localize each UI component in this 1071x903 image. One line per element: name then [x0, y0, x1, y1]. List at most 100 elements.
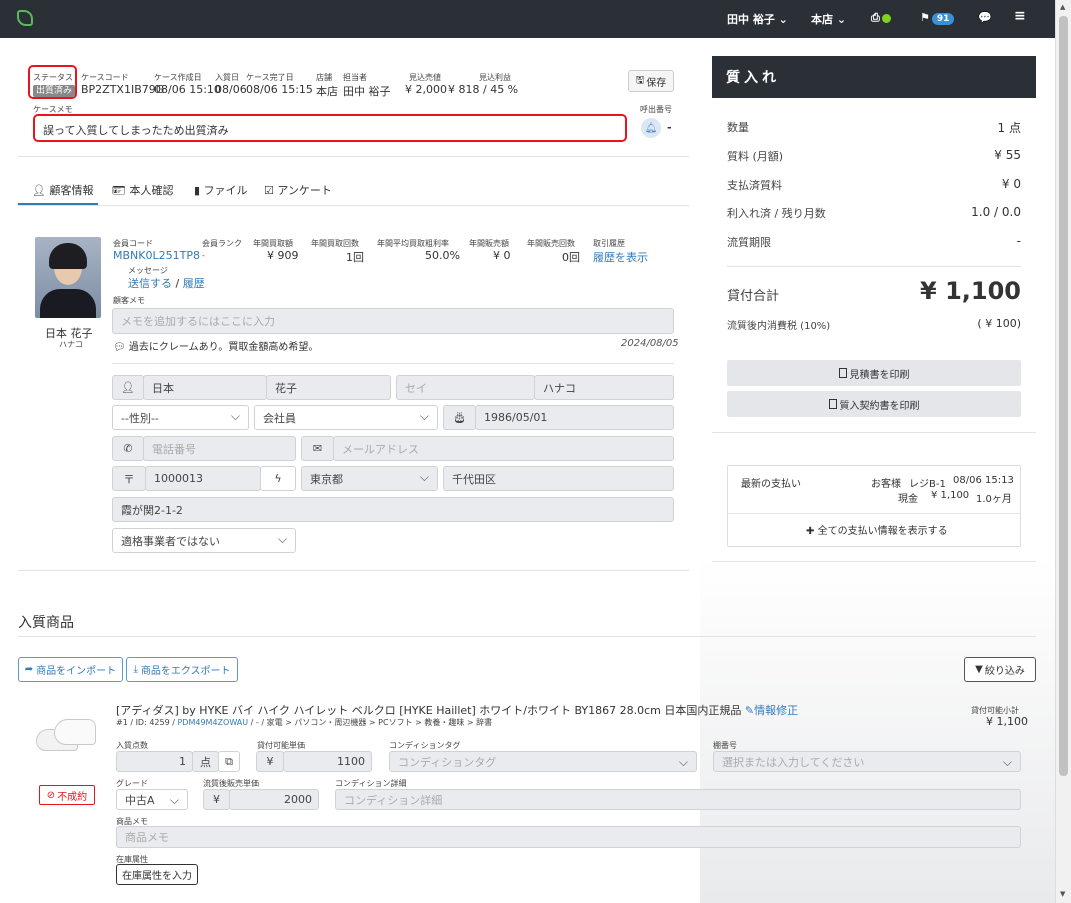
customer-note: 💬︎ 過去にクレームあり。買取金額高め希望。 — [113, 342, 319, 353]
divider — [112, 363, 674, 364]
scroll-thumb[interactable] — [1059, 16, 1068, 776]
show-all-payments-link[interactable]: ✚ 全ての支払い情報を表示する — [806, 522, 948, 537]
history-label: 取引履歴 — [593, 239, 625, 248]
cond-detail-label: コンディション詳細 — [335, 779, 407, 788]
member-code-link[interactable]: MBNK0L251TP8 — [113, 249, 200, 262]
tab-customer-info[interactable]: 👤︎ 顧客情報 — [32, 182, 93, 198]
printer-status[interactable]: ⎙ — [871, 11, 891, 25]
cond-detail-input[interactable]: コンディション詳細 — [335, 789, 1021, 810]
scroll-down-icon[interactable]: ▼ — [1060, 890, 1065, 898]
sales-count-label: 年間販売回数 — [527, 239, 575, 248]
copy-icon[interactable]: ⧉ — [218, 751, 240, 772]
tab-survey[interactable]: ☑ アンケート — [264, 182, 332, 198]
main-content: ステータス 出質済み ケースコード BP2ZTX1IB79G ケース作成日 08… — [0, 38, 1055, 903]
comment-icon: 💬︎ — [113, 342, 126, 353]
birthday-input[interactable]: 1986/05/01 — [475, 405, 674, 430]
filter-button[interactable]: ▼ 絞り込み — [964, 657, 1036, 682]
item-meta: #1 / ID: 4259 / PDM49M4ZOWAU / - / 家電 > … — [116, 718, 493, 727]
filter-icon: ▼ — [975, 664, 983, 675]
rank-value: - — [202, 251, 205, 260]
item-title: [アディダス] by HYKE バイ ハイク ハイレット ベルクロ [HYKE … — [116, 704, 799, 717]
summary-count: 数量 1 点 — [727, 121, 1021, 135]
cond-tag-select[interactable]: コンディションタグ — [389, 751, 697, 772]
save-button[interactable]: 🖫 保存 — [628, 70, 674, 92]
app-logo-icon[interactable] — [17, 10, 33, 26]
user-menu[interactable]: 田中 裕子 ⌄ — [727, 11, 788, 27]
pdf-icon — [828, 399, 837, 409]
mei-input[interactable]: ハナコ — [534, 375, 674, 400]
item-code-link[interactable]: PDM49M4ZOWAU — [177, 718, 248, 727]
zip-input[interactable]: 1000013 — [145, 466, 261, 491]
sei-input[interactable]: セイ — [396, 375, 535, 400]
tab-files[interactable]: ▮ ファイル — [194, 182, 248, 198]
not-closed-badge[interactable]: ⊘ 不成約 — [39, 785, 95, 805]
notifications[interactable]: ⚑ 91 — [920, 11, 955, 25]
gender-select[interactable]: --性別-- — [112, 405, 249, 430]
note-date: 2024/08/05 — [621, 338, 679, 349]
summary-expire: 流質期限 - — [727, 234, 1021, 249]
cond-tag-label: コンディションタグ — [389, 741, 461, 750]
import-items-button[interactable]: ➦ 商品をインポート — [18, 657, 123, 682]
stock-attr-button[interactable]: 在庫属性を入力 — [116, 864, 198, 885]
export-items-button[interactable]: ⤓ 商品をエクスポート — [126, 657, 238, 682]
item-memo-input[interactable]: 商品メモ — [116, 826, 1021, 848]
job-select[interactable]: 会社員 — [254, 405, 438, 430]
phone-icon: ✆ — [112, 436, 144, 461]
divider — [728, 513, 1020, 514]
scroll-up-icon[interactable]: ▲ — [1060, 3, 1065, 11]
bell-icon[interactable]: 🔔︎ — [641, 118, 661, 138]
first-name-input[interactable]: 花子 — [266, 375, 391, 400]
address-input[interactable]: 霞が関2-1-2 — [112, 497, 674, 522]
est-profit-label: 見込利益 — [479, 73, 511, 82]
grade-select[interactable]: 中古A — [116, 789, 188, 810]
buy-amount: ¥ 909 — [267, 249, 299, 262]
phone-input[interactable]: 電話番号 — [143, 436, 296, 461]
store-value: 本店 — [316, 85, 338, 98]
store-menu[interactable]: 本店 ⌄ — [811, 11, 846, 27]
case-memo-input[interactable]: 誤って入質してしまったため出質済み — [33, 114, 627, 142]
print-estimate-button[interactable]: 見積書を印刷 — [727, 360, 1021, 386]
last-name-input[interactable]: 日本 — [143, 375, 267, 400]
prefecture-select[interactable]: 東京都 — [301, 466, 438, 491]
message-links: 送信する / 履歴 — [128, 277, 205, 290]
tab-identity[interactable]: 🪪︎ 本人確認 — [112, 182, 173, 198]
hamburger-menu-icon[interactable]: ≡ — [1014, 8, 1026, 24]
city-input[interactable]: 千代田区 — [443, 466, 674, 491]
file-icon: ▮ — [194, 184, 201, 197]
page-scrollbar[interactable]: ▲ ▼ — [1055, 0, 1071, 903]
message-history-link[interactable]: 履歴 — [183, 277, 205, 290]
download-icon: ⤓ — [133, 664, 138, 675]
price-label: 流質後販売単価 — [203, 779, 259, 788]
edit-item-link[interactable]: ✎情報修正 — [745, 704, 798, 717]
subtotal-value: ¥ 1,100 — [986, 715, 1028, 728]
history-link[interactable]: 履歴を表示 — [593, 249, 648, 265]
eligibility-select[interactable]: 適格事業者ではない — [112, 528, 296, 553]
person-icon: 👤︎ — [112, 375, 144, 400]
qty-input[interactable]: 1 — [116, 751, 193, 772]
lend-label: 貸付可能単価 — [257, 741, 305, 750]
case-code-label: ケースコード — [81, 73, 129, 82]
margin-label: 年間平均買取粗利率 — [377, 239, 449, 248]
qty-label: 入質点数 — [116, 741, 148, 750]
save-icon: 🖫 — [635, 74, 645, 86]
lend-input[interactable]: 1100 — [283, 751, 372, 772]
price-input[interactable]: 2000 — [229, 789, 319, 810]
chat-icon[interactable]: 💬 — [978, 11, 992, 24]
est-sales: ¥ 2,000 — [405, 83, 447, 96]
printer-icon: ⎙ — [871, 11, 880, 24]
print-contract-button[interactable]: 質入契約書を印刷 — [727, 391, 1021, 417]
email-icon: ✉ — [301, 436, 334, 461]
in-date-label: 入質日 — [215, 73, 239, 82]
call-number-label: 呼出番号 — [640, 105, 672, 114]
item-image — [34, 713, 98, 757]
email-input[interactable]: メールアドレス — [333, 436, 674, 461]
zip-lookup-bolt-icon[interactable]: ϟ — [260, 466, 296, 491]
send-message-link[interactable]: 送信する — [128, 277, 172, 290]
member-code-label: 会員コード — [113, 239, 153, 248]
share-icon: ➦ — [24, 664, 34, 675]
notification-badge: 91 — [931, 13, 955, 25]
summary-tax: 流質後内消費税 (10%)( ¥ 100) — [727, 317, 1021, 332]
payment-time: 08/06 15:13 — [953, 475, 1014, 486]
customer-memo-input[interactable]: メモを追加するにはここに入力 — [112, 308, 674, 334]
shelf-select[interactable]: 選択または入力してください — [713, 751, 1021, 772]
